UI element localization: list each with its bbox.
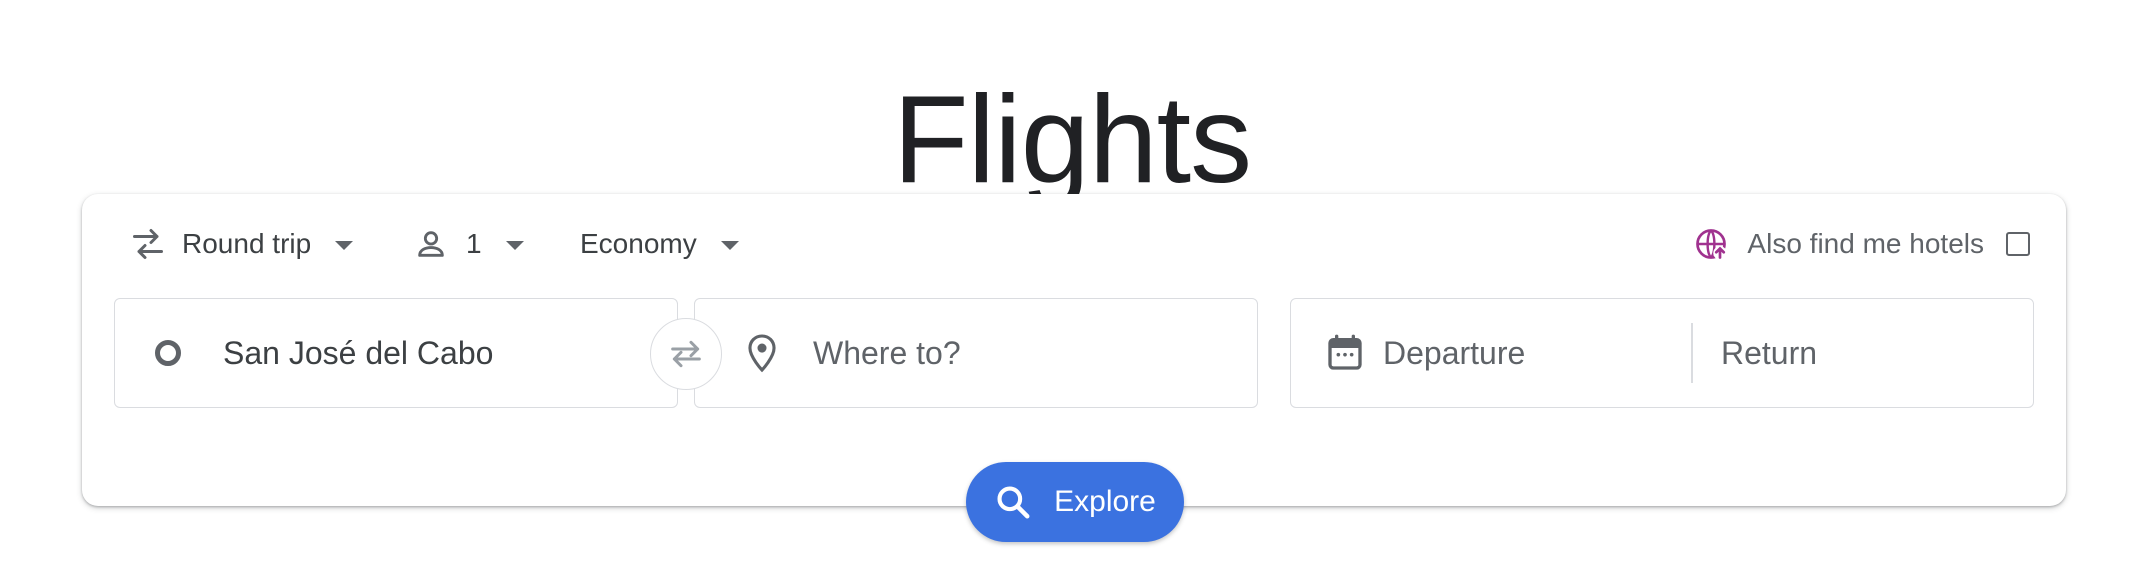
return-placeholder: Return <box>1721 334 1818 371</box>
search-icon <box>994 483 1032 521</box>
passengers-count: 1 <box>466 228 482 259</box>
cabin-class-dropdown[interactable]: Economy <box>580 220 739 268</box>
also-find-hotels-label: Also find me hotels <box>1747 228 1984 259</box>
explore-label: Explore <box>1054 485 1156 518</box>
origin-field[interactable]: San José del Cabo <box>114 298 678 408</box>
page-title: Flights <box>892 71 1252 210</box>
also-find-hotels-option[interactable]: Also find me hotels <box>1693 220 2030 268</box>
date-range-field: Departure Return <box>1290 298 2034 408</box>
trip-type-label: Round trip <box>182 228 312 259</box>
search-options-row: Round trip 1 Economy Also find me hotels <box>82 194 2066 294</box>
origin-circle-icon <box>155 340 181 366</box>
swap-arrows-icon <box>130 226 166 262</box>
origin-value: San José del Cabo <box>223 334 494 371</box>
destination-placeholder: Where to? <box>813 334 961 371</box>
date-divider <box>1691 323 1693 383</box>
calendar-icon <box>1325 332 1365 374</box>
chevron-down-icon <box>720 241 739 250</box>
trip-type-dropdown[interactable]: Round trip <box>130 220 354 268</box>
explore-button[interactable]: Explore <box>966 462 1184 542</box>
also-find-hotels-checkbox[interactable] <box>2006 232 2030 256</box>
cabin-class-label: Economy <box>580 228 697 259</box>
swap-locations-button[interactable] <box>650 318 722 390</box>
chevron-down-icon <box>335 241 354 250</box>
swap-icon <box>666 334 706 374</box>
departure-field[interactable]: Departure <box>1291 299 1691 407</box>
return-field[interactable]: Return <box>1721 299 2021 407</box>
departure-placeholder: Departure <box>1383 334 1526 371</box>
person-icon <box>414 227 448 261</box>
page: Flights Round trip 1 Economy Also find m… <box>0 0 2144 580</box>
chevron-down-icon <box>505 241 524 250</box>
location-pin-icon <box>745 333 779 373</box>
globe-hotel-icon <box>1693 226 1729 262</box>
destination-field[interactable]: Where to? <box>694 298 1258 408</box>
passengers-dropdown[interactable]: 1 <box>414 220 524 268</box>
flight-search-card: Round trip 1 Economy Also find me hotels… <box>82 194 2066 542</box>
